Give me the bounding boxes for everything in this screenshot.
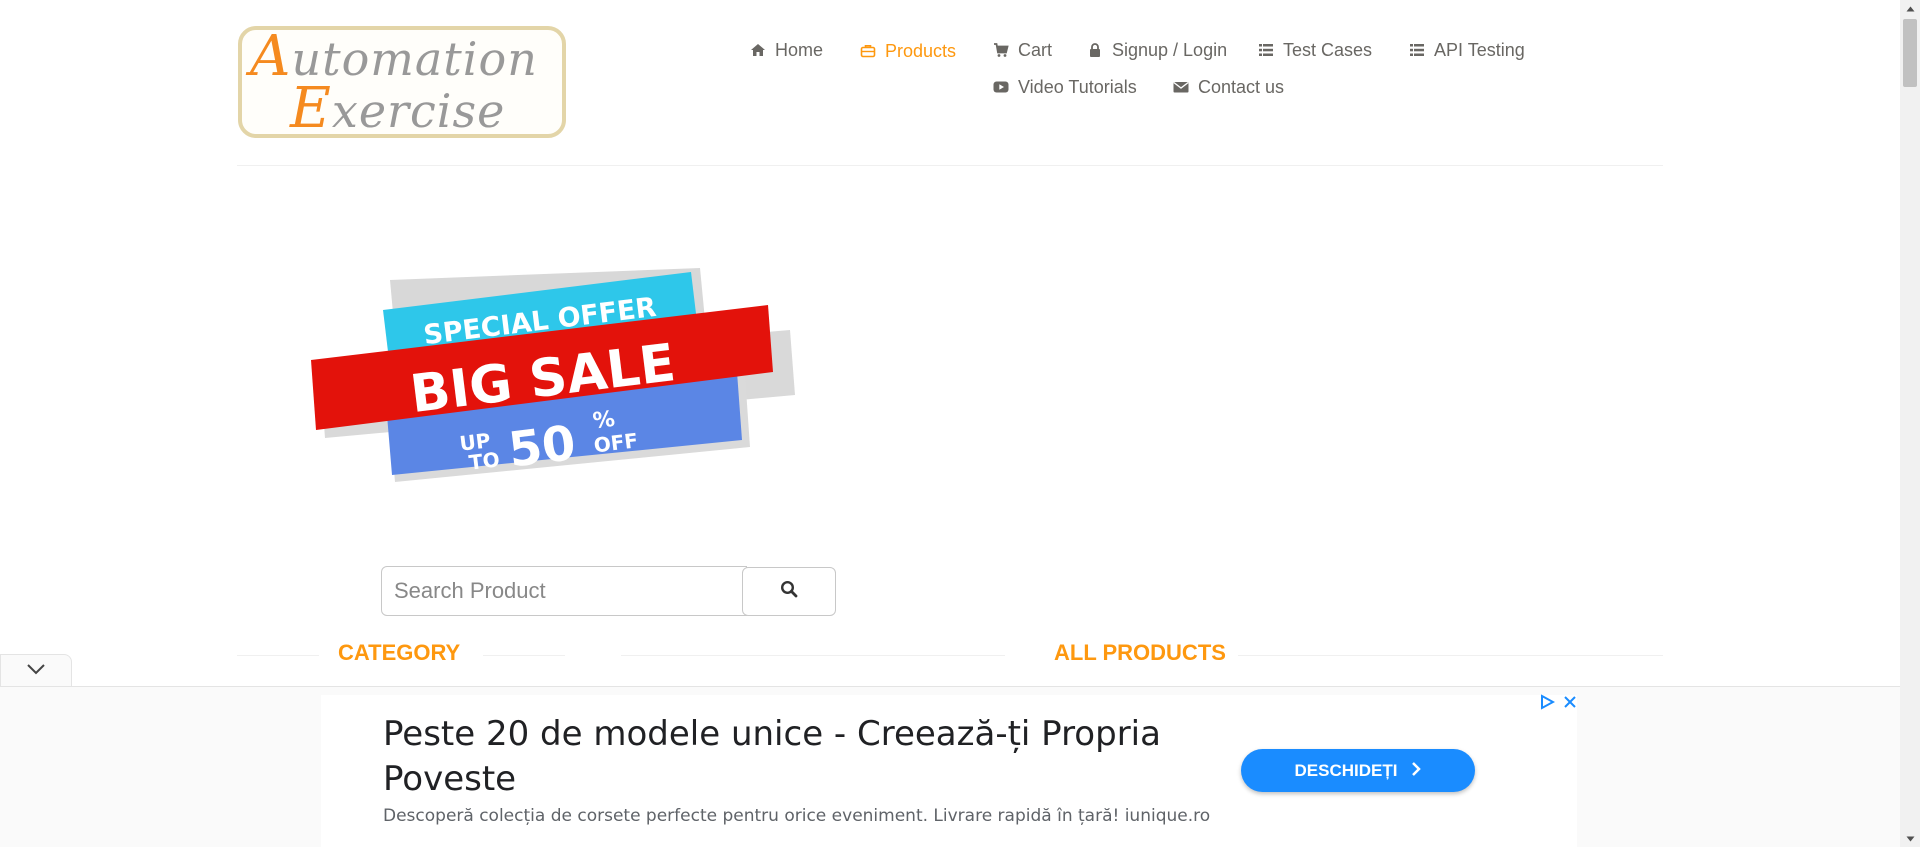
nav-cart[interactable]: Cart: [992, 38, 1052, 62]
svg-text:50: 50: [506, 415, 579, 479]
ad-collapse-button[interactable]: [0, 654, 72, 687]
chevron-down-icon: [26, 662, 46, 680]
search-input[interactable]: [381, 566, 747, 616]
home-icon: [749, 41, 767, 59]
nav-contact-us[interactable]: Contact us: [1172, 75, 1284, 99]
ad-headline[interactable]: Peste 20 de modele unice - Creează-ți Pr…: [383, 712, 1223, 802]
site-header: Automation Exercise Home Products Cart S…: [237, 0, 1663, 166]
ad-choices-icon[interactable]: [1539, 693, 1556, 715]
page-scrollbar[interactable]: [1900, 0, 1920, 847]
ad-choices: [1539, 693, 1577, 715]
scroll-thumb[interactable]: [1903, 19, 1917, 87]
chevron-right-icon: [1411, 760, 1422, 781]
products-divider-left: [621, 655, 1005, 656]
nav-test-cases[interactable]: Test Cases: [1257, 38, 1372, 62]
nav-signup-login[interactable]: Signup / Login: [1086, 38, 1227, 62]
category-divider-right: [483, 655, 565, 656]
list-icon: [1408, 41, 1426, 59]
lock-icon: [1086, 41, 1104, 59]
search-button[interactable]: [742, 567, 836, 616]
all-products-title: ALL PRODUCTS: [1054, 640, 1226, 665]
list-icon: [1257, 41, 1275, 59]
sale-banner: SPECIAL OFFER BIG SALE UP TO 50 % OFF: [311, 268, 795, 482]
nav-api-testing[interactable]: API Testing: [1408, 38, 1525, 62]
products-divider-right: [1238, 655, 1663, 656]
envelope-icon: [1172, 78, 1190, 96]
cart-icon: [992, 41, 1010, 59]
category-title: CATEGORY: [338, 640, 461, 665]
ad-description[interactable]: Descoperă colecția de corsete perfecte p…: [383, 806, 1210, 826]
scroll-down-arrow-icon[interactable]: [1900, 830, 1920, 847]
nav-video-tutorials[interactable]: Video Tutorials: [992, 75, 1137, 99]
category-divider-left: [237, 655, 319, 656]
nav-home[interactable]: Home: [749, 38, 823, 62]
ad-open-button[interactable]: DESCHIDEȚI: [1241, 749, 1475, 792]
close-icon[interactable]: [1563, 695, 1577, 714]
main-nav: Home Products Cart Signup / Login Test C…: [237, 0, 1663, 120]
search-icon: [780, 580, 798, 603]
nav-products[interactable]: Products: [859, 39, 956, 63]
svg-text:TO: TO: [468, 447, 501, 475]
youtube-play-icon: [992, 78, 1010, 96]
briefcase-icon: [859, 42, 877, 60]
scroll-up-arrow-icon[interactable]: [1900, 0, 1920, 17]
ad-banner[interactable]: Peste 20 de modele unice - Creează-ți Pr…: [321, 693, 1577, 847]
